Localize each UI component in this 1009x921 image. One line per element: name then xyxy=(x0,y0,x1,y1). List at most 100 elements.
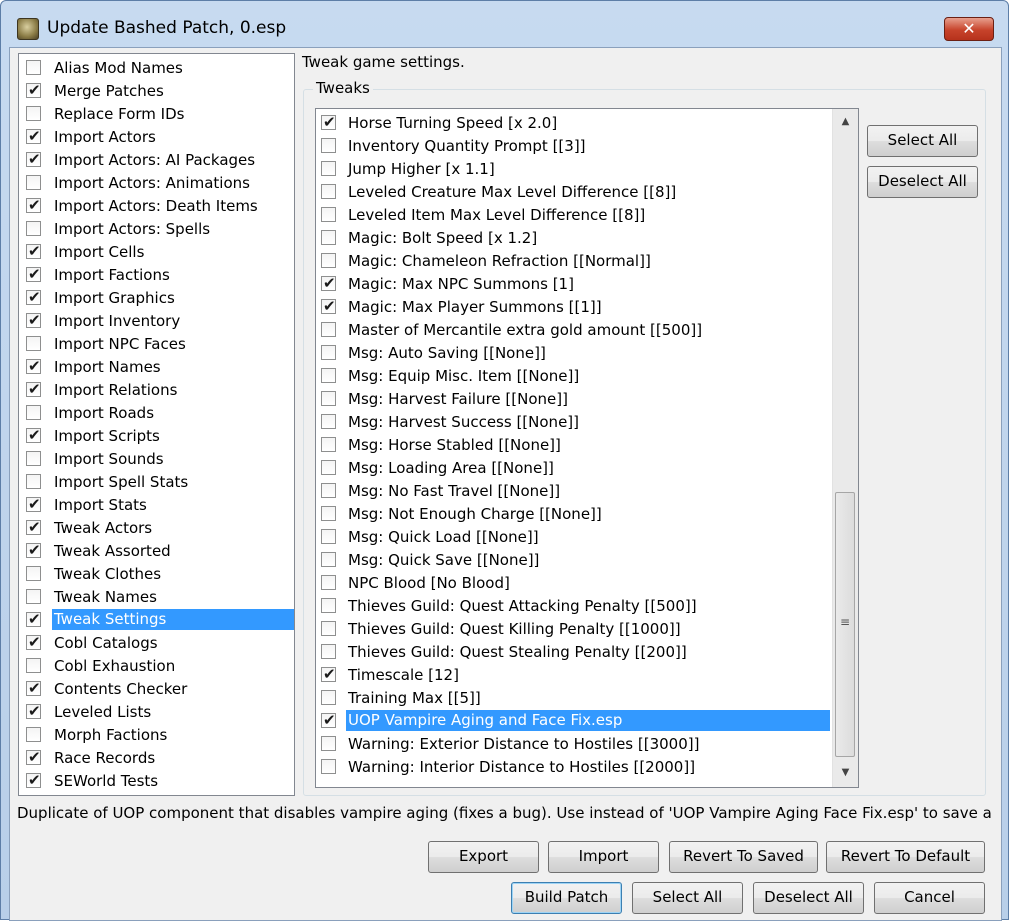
tweak-item[interactable]: Msg: Harvest Success [[None]] xyxy=(316,410,858,433)
checkbox[interactable]: ✔ xyxy=(26,541,41,559)
checkbox[interactable]: ✔ xyxy=(321,297,336,315)
tweak-item[interactable]: Msg: No Fast Travel [[None]] xyxy=(316,479,858,502)
patcher-item[interactable]: ✔ Cobl Catalogs xyxy=(19,631,294,654)
checkbox[interactable]: ✔ xyxy=(26,288,41,306)
checkbox[interactable] xyxy=(321,368,336,383)
checkbox[interactable] xyxy=(26,451,41,466)
tweak-item[interactable]: Msg: Quick Load [[None]] xyxy=(316,525,858,548)
tweak-item[interactable]: ✔ Magic: Max Player Summons [[1]] xyxy=(316,295,858,318)
tweak-item[interactable]: Msg: Equip Misc. Item [[None]] xyxy=(316,364,858,387)
cancel-button[interactable]: Cancel xyxy=(874,882,985,914)
close-button[interactable]: ✕ xyxy=(944,17,994,41)
checkbox[interactable]: ✔ xyxy=(26,495,41,513)
patcher-item[interactable]: ✔ Import Actors xyxy=(19,125,294,148)
checkbox[interactable] xyxy=(321,575,336,590)
patcher-item[interactable]: ✔ Import Relations xyxy=(19,378,294,401)
patcher-item[interactable]: ✔ Import Graphics xyxy=(19,286,294,309)
revert-to-default-button[interactable]: Revert To Default xyxy=(826,841,985,873)
scroll-thumb[interactable]: ≡ xyxy=(835,492,855,757)
revert-to-saved-button[interactable]: Revert To Saved xyxy=(669,841,818,873)
patcher-item[interactable]: Cobl Exhaustion xyxy=(19,654,294,677)
tweak-item[interactable]: Warning: Exterior Distance to Hostiles [… xyxy=(316,732,858,755)
checkbox[interactable] xyxy=(321,253,336,268)
checkbox[interactable]: ✔ xyxy=(26,518,41,536)
checkbox[interactable]: ✔ xyxy=(26,702,41,720)
checkbox[interactable]: ✔ xyxy=(26,81,41,99)
patcher-item[interactable]: ✔ Tweak Assorted xyxy=(19,539,294,562)
checkbox[interactable] xyxy=(321,414,336,429)
checkbox[interactable] xyxy=(321,391,336,406)
tweak-item[interactable]: Thieves Guild: Quest Killing Penalty [[1… xyxy=(316,617,858,640)
checkbox[interactable]: ✔ xyxy=(26,679,41,697)
tweak-item[interactable]: Thieves Guild: Quest Attacking Penalty [… xyxy=(316,594,858,617)
checkbox[interactable]: ✔ xyxy=(26,311,41,329)
patcher-item[interactable]: ✔ Import Stats xyxy=(19,493,294,516)
checkbox[interactable]: ✔ xyxy=(26,150,41,168)
tweak-item[interactable]: ✔ Magic: Max NPC Summons [1] xyxy=(316,272,858,295)
checkbox[interactable] xyxy=(321,322,336,337)
checkbox[interactable] xyxy=(321,161,336,176)
tweak-item[interactable]: Msg: Horse Stabled [[None]] xyxy=(316,433,858,456)
tweak-item[interactable]: Msg: Not Enough Charge [[None]] xyxy=(316,502,858,525)
checkbox[interactable] xyxy=(26,60,41,75)
tweak-item[interactable]: Training Max [[5]] xyxy=(316,686,858,709)
checkbox[interactable]: ✔ xyxy=(26,265,41,283)
checkbox[interactable] xyxy=(26,405,41,420)
build-patch-button[interactable]: Build Patch xyxy=(511,882,622,914)
tweak-item[interactable]: Thieves Guild: Quest Stealing Penalty [[… xyxy=(316,640,858,663)
patcher-item[interactable]: Tweak Clothes xyxy=(19,562,294,585)
checkbox[interactable] xyxy=(26,727,41,742)
tweak-item[interactable]: Inventory Quantity Prompt [[3]] xyxy=(316,134,858,157)
tweak-item[interactable]: Msg: Auto Saving [[None]] xyxy=(316,341,858,364)
patcher-item[interactable]: Import Actors: Spells xyxy=(19,217,294,240)
patcher-item[interactable]: ✔ Import Actors: Death Items xyxy=(19,194,294,217)
tweak-item[interactable]: ✔ Timescale [12] xyxy=(316,663,858,686)
select-all-button[interactable]: Select All xyxy=(632,882,743,914)
checkbox[interactable] xyxy=(26,221,41,236)
checkbox[interactable] xyxy=(26,336,41,351)
tweaks-scrollbar[interactable]: ▲ ≡ ▼ xyxy=(832,109,858,787)
patcher-item[interactable]: ✔ Import Scripts xyxy=(19,424,294,447)
checkbox[interactable]: ✔ xyxy=(26,610,41,628)
checkbox[interactable]: ✔ xyxy=(321,711,336,729)
patcher-item[interactable]: ✔ Import Inventory xyxy=(19,309,294,332)
tweak-item[interactable]: Msg: Loading Area [[None]] xyxy=(316,456,858,479)
scroll-down-icon[interactable]: ▼ xyxy=(833,762,858,784)
checkbox[interactable] xyxy=(321,736,336,751)
checkbox[interactable] xyxy=(321,437,336,452)
checkbox[interactable] xyxy=(321,345,336,360)
checkbox[interactable] xyxy=(321,621,336,636)
patcher-item[interactable]: ✔ Tweak Actors xyxy=(19,516,294,539)
checkbox[interactable] xyxy=(26,589,41,604)
patcher-item[interactable]: Import Actors: Animations xyxy=(19,171,294,194)
tweak-item[interactable]: Master of Mercantile extra gold amount [… xyxy=(316,318,858,341)
patcher-item[interactable]: ✔ Merge Patches xyxy=(19,79,294,102)
tweaks-list[interactable]: ✔ Horse Turning Speed [x 2.0] Inventory Qu… xyxy=(315,108,859,788)
checkbox[interactable] xyxy=(26,106,41,121)
checkbox[interactable]: ✔ xyxy=(26,426,41,444)
patcher-item[interactable]: ✔ Race Records xyxy=(19,746,294,769)
patcher-item[interactable]: ✔ SEWorld Tests xyxy=(19,769,294,792)
checkbox[interactable]: ✔ xyxy=(26,242,41,260)
checkbox[interactable] xyxy=(26,175,41,190)
checkbox[interactable]: ✔ xyxy=(26,127,41,145)
checkbox[interactable] xyxy=(321,207,336,222)
checkbox[interactable]: ✔ xyxy=(26,748,41,766)
export-button[interactable]: Export xyxy=(428,841,539,873)
checkbox[interactable] xyxy=(26,474,41,489)
patcher-item[interactable]: ✔ Tweak Settings xyxy=(19,608,294,631)
checkbox[interactable] xyxy=(321,598,336,613)
patcher-item[interactable]: ✔ Leveled Lists xyxy=(19,700,294,723)
tweak-item[interactable]: NPC Blood [No Blood] xyxy=(316,571,858,594)
checkbox[interactable] xyxy=(321,759,336,774)
tweak-item[interactable]: ✔ Horse Turning Speed [x 2.0] xyxy=(316,111,858,134)
tweak-item[interactable]: Msg: Quick Save [[None]] xyxy=(316,548,858,571)
scroll-up-icon[interactable]: ▲ xyxy=(833,111,858,133)
checkbox[interactable] xyxy=(321,690,336,705)
patcher-item[interactable]: Import NPC Faces xyxy=(19,332,294,355)
patcher-item[interactable]: ✔ Import Factions xyxy=(19,263,294,286)
patcher-list[interactable]: Alias Mod Names ✔ Merge Patches Replace For… xyxy=(18,53,295,796)
patcher-item[interactable]: Tweak Names xyxy=(19,585,294,608)
patcher-item[interactable]: Morph Factions xyxy=(19,723,294,746)
tweaks-select-all-button[interactable]: Select All xyxy=(867,125,978,157)
